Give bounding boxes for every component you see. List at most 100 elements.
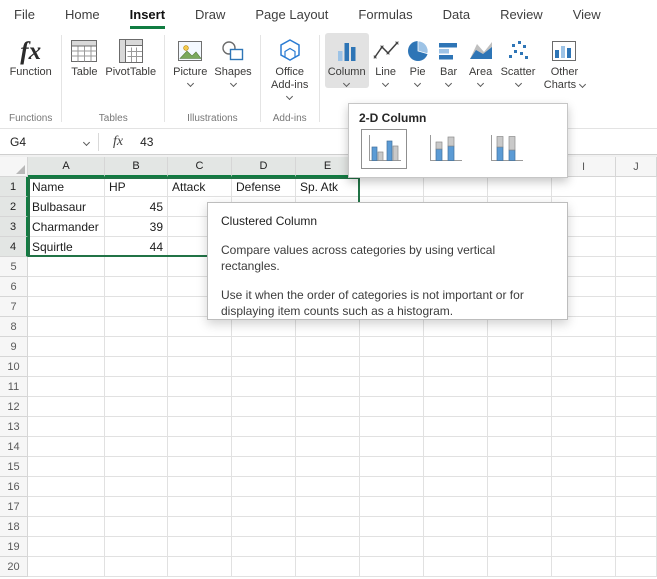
cell-D10[interactable] <box>232 357 296 377</box>
cell-C13[interactable] <box>168 417 232 437</box>
name-box[interactable]: G4 <box>0 129 98 154</box>
cell-F1[interactable] <box>360 177 424 197</box>
cell-H15[interactable] <box>488 457 552 477</box>
cell-B17[interactable] <box>105 497 168 517</box>
cell-B12[interactable] <box>105 397 168 417</box>
cell-E10[interactable] <box>296 357 360 377</box>
bar-chart-button[interactable]: Bar <box>434 33 464 88</box>
cell-J9[interactable] <box>616 337 657 357</box>
cell-C17[interactable] <box>168 497 232 517</box>
row-header-6[interactable]: 6 <box>0 277 28 297</box>
cell-C14[interactable] <box>168 437 232 457</box>
cell-E18[interactable] <box>296 517 360 537</box>
cell-J20[interactable] <box>616 557 657 577</box>
row-header-13[interactable]: 13 <box>0 417 28 437</box>
cell-B5[interactable] <box>105 257 168 277</box>
cell-H1[interactable] <box>488 177 552 197</box>
cell-A12[interactable] <box>28 397 105 417</box>
cell-G18[interactable] <box>424 517 488 537</box>
cell-H18[interactable] <box>488 517 552 537</box>
cell-H14[interactable] <box>488 437 552 457</box>
other-charts-button[interactable]: Other Charts <box>539 33 589 94</box>
row-header-8[interactable]: 8 <box>0 317 28 337</box>
cell-J10[interactable] <box>616 357 657 377</box>
cell-D17[interactable] <box>232 497 296 517</box>
cell-G12[interactable] <box>424 397 488 417</box>
row-header-15[interactable]: 15 <box>0 457 28 477</box>
cell-H8[interactable] <box>488 317 552 337</box>
formula-input[interactable]: 43 <box>140 135 153 149</box>
cell-B1[interactable]: HP <box>105 177 168 197</box>
cell-A17[interactable] <box>28 497 105 517</box>
cell-H17[interactable] <box>488 497 552 517</box>
cell-H11[interactable] <box>488 377 552 397</box>
cell-C11[interactable] <box>168 377 232 397</box>
row-header-16[interactable]: 16 <box>0 477 28 497</box>
cell-A16[interactable] <box>28 477 105 497</box>
tab-review[interactable]: Review <box>500 0 543 29</box>
cell-A5[interactable] <box>28 257 105 277</box>
tab-formulas[interactable]: Formulas <box>358 0 412 29</box>
row-header-17[interactable]: 17 <box>0 497 28 517</box>
row-header-19[interactable]: 19 <box>0 537 28 557</box>
cell-A4[interactable]: Squirtle <box>28 237 105 257</box>
cell-G15[interactable] <box>424 457 488 477</box>
cell-F11[interactable] <box>360 377 424 397</box>
cell-D18[interactable] <box>232 517 296 537</box>
table-button[interactable]: Table <box>67 33 101 81</box>
cell-J16[interactable] <box>616 477 657 497</box>
cell-B4[interactable]: 44 <box>105 237 168 257</box>
cell-F13[interactable] <box>360 417 424 437</box>
cell-J18[interactable] <box>616 517 657 537</box>
cell-B6[interactable] <box>105 277 168 297</box>
cell-A11[interactable] <box>28 377 105 397</box>
cell-B18[interactable] <box>105 517 168 537</box>
cell-F17[interactable] <box>360 497 424 517</box>
row-header-4[interactable]: 4 <box>0 237 28 257</box>
stacked-column-option[interactable] <box>422 129 468 169</box>
cell-G10[interactable] <box>424 357 488 377</box>
cell-A20[interactable] <box>28 557 105 577</box>
row-header-20[interactable]: 20 <box>0 557 28 577</box>
cell-A3[interactable]: Charmander <box>28 217 105 237</box>
cell-F9[interactable] <box>360 337 424 357</box>
cell-A13[interactable] <box>28 417 105 437</box>
tab-insert[interactable]: Insert <box>130 0 165 29</box>
cell-A7[interactable] <box>28 297 105 317</box>
row-header-11[interactable]: 11 <box>0 377 28 397</box>
cell-A10[interactable] <box>28 357 105 377</box>
pivottable-button[interactable]: PivotTable <box>102 33 159 81</box>
shapes-button[interactable]: Shapes <box>211 33 254 88</box>
cell-B16[interactable] <box>105 477 168 497</box>
function-button[interactable]: fx Function <box>7 33 55 81</box>
cell-H13[interactable] <box>488 417 552 437</box>
cell-J11[interactable] <box>616 377 657 397</box>
cell-J1[interactable] <box>616 177 657 197</box>
cell-A18[interactable] <box>28 517 105 537</box>
scatter-chart-button[interactable]: Scatter <box>498 33 539 88</box>
cell-F18[interactable] <box>360 517 424 537</box>
column-header-B[interactable]: B <box>105 157 168 177</box>
cell-D1[interactable]: Defense <box>232 177 296 197</box>
cell-D14[interactable] <box>232 437 296 457</box>
cell-B10[interactable] <box>105 357 168 377</box>
cell-B15[interactable] <box>105 457 168 477</box>
cell-F12[interactable] <box>360 397 424 417</box>
cell-D12[interactable] <box>232 397 296 417</box>
cell-F19[interactable] <box>360 537 424 557</box>
cell-E19[interactable] <box>296 537 360 557</box>
office-addins-button[interactable]: Office Add-ins <box>266 33 314 101</box>
cell-J5[interactable] <box>616 257 657 277</box>
cell-F10[interactable] <box>360 357 424 377</box>
cell-C12[interactable] <box>168 397 232 417</box>
row-header-3[interactable]: 3 <box>0 217 28 237</box>
cell-I16[interactable] <box>552 477 616 497</box>
cell-G8[interactable] <box>424 317 488 337</box>
cell-D19[interactable] <box>232 537 296 557</box>
hundred-percent-stacked-column-option[interactable] <box>483 129 529 169</box>
cell-J17[interactable] <box>616 497 657 517</box>
cell-E12[interactable] <box>296 397 360 417</box>
cell-G9[interactable] <box>424 337 488 357</box>
cell-F8[interactable] <box>360 317 424 337</box>
row-header-1[interactable]: 1 <box>0 177 28 197</box>
